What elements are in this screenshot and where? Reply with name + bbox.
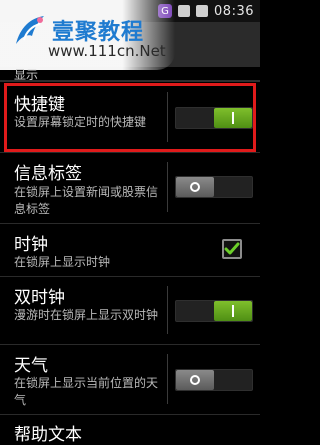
setting-row-clock[interactable]: 时钟 在锁屏上显示时钟 [0, 223, 260, 276]
toggle-knob [176, 370, 214, 390]
toggle-knob [214, 301, 252, 321]
setting-summary: 在锁屏上设置新闻或股票信息标签 [14, 185, 159, 216]
no-signal-icon [178, 5, 191, 17]
toggle-on-icon [232, 305, 234, 317]
weather-toggle[interactable] [175, 369, 253, 391]
setting-row-info-ticker[interactable]: 信息标签 在锁屏上设置新闻或股票信息标签 [0, 152, 260, 223]
info-ticker-toggle[interactable] [175, 176, 253, 198]
row-separator [167, 286, 168, 334]
watermark: 壹聚教程 www.111cn.Net [0, 0, 175, 70]
dual-clock-toggle[interactable] [175, 300, 253, 322]
watermark-logo-icon [16, 16, 44, 44]
battery-icon [196, 5, 209, 17]
row-separator [167, 354, 168, 404]
setting-summary: 在锁屏上显示时钟 [14, 255, 111, 269]
watermark-url: www.111cn.Net [48, 42, 166, 60]
status-time: 08:36 [214, 3, 254, 19]
setting-title: 双时钟 [14, 288, 65, 308]
setting-title: 天气 [14, 356, 48, 376]
row-separator [167, 162, 168, 212]
toggle-off-icon [190, 182, 200, 192]
setting-title: 时钟 [14, 235, 48, 255]
setting-summary: 在锁屏上显示当前位置的天气 [14, 376, 159, 407]
setting-title: 信息标签 [14, 164, 82, 184]
setting-row-dual-clock[interactable]: 双时钟 漫游时在锁屏上显示双时钟 [0, 276, 260, 344]
toggle-off-icon [190, 375, 200, 385]
clock-checkbox[interactable] [222, 239, 242, 259]
toggle-knob [176, 177, 214, 197]
setting-row-weather[interactable]: 天气 在锁屏上显示当前位置的天气 [0, 344, 260, 414]
setting-summary: 漫游时在锁屏上显示双时钟 [14, 308, 159, 322]
highlight-box [4, 83, 256, 152]
checkmark-icon [224, 242, 240, 255]
setting-row-help-text[interactable]: 帮助文本 [0, 414, 260, 445]
